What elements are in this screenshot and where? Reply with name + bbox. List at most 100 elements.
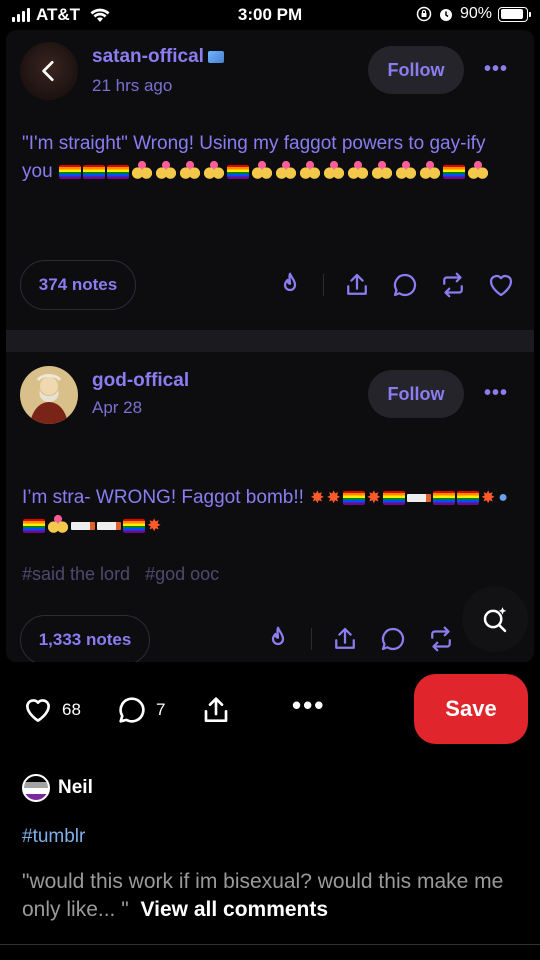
more-options-button[interactable]: ••• — [292, 690, 325, 721]
action-divider — [311, 628, 312, 650]
explosion-icon: ✸ — [480, 488, 496, 507]
rainbow-flag-icon — [226, 164, 249, 179]
hashtag-link[interactable]: #tumblr — [22, 826, 85, 848]
couple-icon — [418, 160, 441, 183]
notes-button[interactable]: 374 notes — [20, 260, 136, 310]
rainbow-flag-icon — [342, 491, 365, 505]
visual-search-button[interactable] — [462, 586, 528, 652]
comment-icon[interactable] — [378, 624, 408, 654]
badge-icon — [207, 50, 224, 63]
cigarette-icon — [406, 494, 431, 502]
like-count: 68 — [62, 700, 81, 719]
explosion-icon: ✸ — [147, 516, 162, 536]
rainbow-flag-icon — [432, 491, 455, 505]
comment-text: "would this work if im bisexual? would t… — [22, 868, 522, 924]
couple-icon — [250, 160, 273, 183]
avatar — [22, 774, 50, 802]
fire-icon[interactable] — [263, 624, 293, 654]
rainbow-flag-icon — [82, 164, 105, 179]
post-actions — [275, 270, 516, 300]
back-arrow-icon — [42, 60, 54, 82]
tag-link[interactable]: #god ooc — [145, 564, 219, 584]
post-body-text: I’m stra- WRONG! Faggot bomb!! — [22, 487, 304, 509]
cigarette-icon — [97, 522, 121, 531]
alarm-icon — [439, 9, 452, 21]
fire-icon[interactable] — [275, 270, 305, 300]
view-all-comments-link[interactable]: View all comments — [141, 898, 329, 921]
couple-icon — [298, 160, 321, 183]
baby-icon: ● — [498, 489, 508, 506]
tag-link[interactable]: #said the lord — [22, 564, 130, 584]
comment-button[interactable]: 7 — [116, 694, 165, 726]
more-options-button[interactable]: ••• — [484, 58, 508, 81]
status-bar: AT&T 3:00 PM 90% — [0, 0, 540, 32]
post-separator — [6, 330, 534, 352]
post-username-text: satan-offical — [92, 46, 204, 67]
couple-icon — [322, 160, 345, 183]
post-body: I’m stra- WRONG! Faggot bomb!! ✸ ✸ ✸ ✸ ●✸ — [22, 484, 518, 540]
post-actions — [263, 624, 456, 654]
post-username[interactable]: god-offical — [92, 370, 189, 392]
post-tags: #said the lord #god ooc — [22, 564, 229, 585]
couple-icon — [346, 160, 369, 183]
cigarette-icon — [71, 522, 95, 531]
explosion-icon: ✸ — [326, 488, 341, 507]
heart-icon — [26, 699, 50, 722]
lock-rotation-icon — [416, 6, 432, 22]
rainbow-flag-icon — [382, 491, 405, 505]
share-button[interactable] — [200, 694, 232, 726]
like-button[interactable]: 68 — [22, 694, 81, 726]
post-body: "I'm straight" Wrong! Using my faggot po… — [22, 130, 518, 186]
status-right: 90% — [416, 5, 531, 23]
back-button[interactable] — [20, 42, 78, 100]
couple-icon — [130, 160, 153, 183]
reblog-icon[interactable] — [426, 624, 456, 654]
rainbow-flag-icon — [58, 164, 81, 179]
divider — [0, 944, 540, 945]
post-time: 21 hrs ago — [92, 76, 173, 95]
explosion-icon: ✸ — [310, 488, 325, 507]
follow-button[interactable]: Follow — [368, 46, 464, 94]
comment-icon — [119, 697, 145, 723]
couple-icon — [47, 515, 69, 538]
post-time: Apr 28 — [92, 398, 143, 417]
comment-author-name: Neil — [58, 777, 93, 798]
notes-button[interactable]: 1,333 notes — [20, 615, 150, 662]
pin-action-bar: 68 7 ••• Save — [0, 672, 540, 748]
comment-author[interactable]: Neil — [22, 774, 93, 802]
couple-icon — [154, 160, 177, 183]
action-divider — [323, 274, 324, 296]
couple-icon — [178, 160, 201, 183]
couple-icon — [370, 160, 393, 183]
rainbow-flag-icon — [442, 164, 465, 179]
god-painting-image — [20, 366, 78, 424]
rainbow-flag-icon — [23, 519, 45, 534]
reblog-icon[interactable] — [438, 270, 468, 300]
avatar[interactable] — [20, 366, 78, 424]
battery-icon — [498, 6, 531, 22]
search-sparkle-icon — [483, 607, 507, 633]
explosion-icon: ✸ — [366, 488, 381, 507]
couple-icon — [202, 160, 225, 183]
comment-icon[interactable] — [390, 270, 420, 300]
rainbow-flag-icon — [123, 519, 145, 534]
post-satan: satan-offical 21 hrs ago Follow ••• "I'm… — [6, 30, 534, 330]
post-god: god-offical Apr 28 Follow ••• I’m stra- … — [6, 352, 534, 662]
tumblr-screenshot: satan-offical 21 hrs ago Follow ••• "I'm… — [6, 30, 534, 662]
share-icon — [204, 697, 228, 722]
post-username[interactable]: satan-offical — [92, 46, 224, 68]
couple-icon — [274, 160, 297, 183]
couple-icon — [394, 160, 417, 183]
share-icon[interactable] — [330, 624, 360, 654]
couple-icon — [466, 160, 489, 183]
more-options-button[interactable]: ••• — [484, 382, 508, 405]
comment-count: 7 — [156, 700, 166, 719]
battery-percent: 90% — [459, 5, 492, 22]
emoji-row — [58, 160, 490, 183]
save-button[interactable]: Save — [414, 674, 528, 744]
share-icon[interactable] — [342, 270, 372, 300]
rainbow-flag-icon — [456, 491, 479, 505]
follow-button[interactable]: Follow — [368, 370, 464, 418]
rainbow-flag-icon — [106, 164, 129, 179]
heart-icon[interactable] — [486, 270, 516, 300]
